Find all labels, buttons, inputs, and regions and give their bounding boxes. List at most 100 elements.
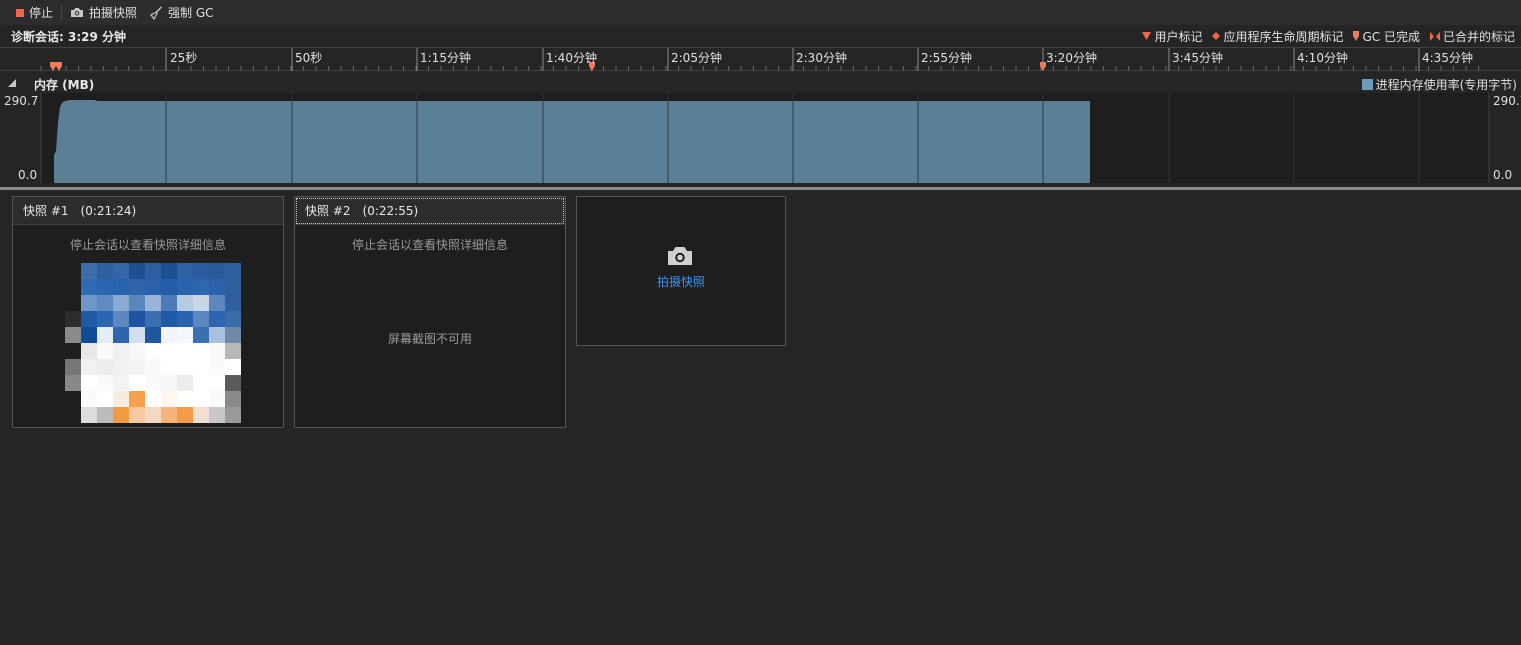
y-min-label-right: 0.0 <box>1493 168 1513 182</box>
thumbnail-pixel <box>65 375 81 391</box>
thumbnail-pixel <box>145 407 161 423</box>
ruler-tick-label: 4:10分钟 <box>1297 51 1348 65</box>
gc-marker[interactable] <box>56 62 62 71</box>
thumbnail-pixel <box>81 391 97 407</box>
thumbnail-pixel <box>177 295 193 311</box>
thumbnail-pixel <box>193 391 209 407</box>
thumbnail-pixel <box>225 407 241 423</box>
thumbnail-pixel <box>81 311 97 327</box>
thumbnail-pixel <box>161 327 177 343</box>
thumbnail-pixel <box>193 295 209 311</box>
snapshot-message: 停止会话以查看快照详细信息 <box>351 238 508 252</box>
thumbnail-pixel <box>65 343 81 359</box>
snapshot-message: 停止会话以查看快照详细信息 <box>69 238 226 252</box>
toolbar: 停止 拍摄快照 强制 GC <box>0 0 1521 25</box>
toolbar-separator <box>61 5 63 20</box>
thumbnail-pixel <box>193 311 209 327</box>
thumbnail-pixel <box>225 375 241 391</box>
thumbnail-pixel <box>97 359 113 375</box>
y-max-label: 290.7 <box>4 94 39 108</box>
take-snapshot-card[interactable]: 拍摄快照 <box>576 196 786 346</box>
thumbnail-pixel <box>193 263 209 279</box>
snapshot-header: 快照 #2 (0:22:55) <box>295 197 565 225</box>
thumbnail-pixel <box>209 343 225 359</box>
gc-done-icon <box>1353 31 1360 41</box>
thumbnail-pixel <box>209 327 225 343</box>
thumbnail-pixel <box>225 311 241 327</box>
take-snapshot-link[interactable]: 拍摄快照 <box>577 273 785 290</box>
thumbnail-pixel <box>177 375 193 391</box>
thumbnail-pixel <box>129 263 145 279</box>
thumbnail-pixel <box>113 375 129 391</box>
ruler-tick-label: 3:45分钟 <box>1172 51 1223 65</box>
force-gc-button[interactable]: 强制 GC <box>143 0 220 25</box>
thumbnail-pixel <box>193 407 209 423</box>
thumbnail-pixel <box>97 327 113 343</box>
thumbnail-pixel <box>209 279 225 295</box>
thumbnail-pixel <box>209 311 225 327</box>
thumbnail-pixel <box>97 279 113 295</box>
thumbnail-pixel <box>129 407 145 423</box>
thumbnail-pixel <box>209 407 225 423</box>
thumbnail-pixel <box>145 375 161 391</box>
thumbnail-pixel <box>225 327 241 343</box>
thumbnail-pixel <box>81 407 97 423</box>
snapshot-card-2[interactable]: 快照 #2 (0:22:55) 停止会话以查看快照详细信息 屏幕截图不可用 <box>294 196 566 428</box>
thumbnail-pixel <box>81 263 97 279</box>
session-duration: 诊断会话: 3:29 分钟 <box>11 29 127 44</box>
snapshot-header: 快照 #1 (0:21:24) <box>13 197 283 225</box>
screenshot-unavailable: 屏幕截图不可用 <box>387 332 472 346</box>
thumbnail-pixel <box>161 263 177 279</box>
thumbnail-pixel <box>129 391 145 407</box>
timeline-ruler[interactable]: 25秒 50秒 1:15分钟 1:40分钟 2:05分钟 2:30分钟 2:55… <box>0 47 1521 71</box>
thumbnail-pixel <box>161 391 177 407</box>
take-snapshot-button[interactable]: 拍摄快照 <box>64 0 143 25</box>
thumbnail-pixel <box>193 359 209 375</box>
thumbnail-pixel <box>177 343 193 359</box>
snapshot-card-1[interactable]: 快照 #1 (0:21:24) 停止会话以查看快照详细信息 <box>12 196 284 428</box>
pane-splitter[interactable] <box>0 187 1521 190</box>
ruler-ticks <box>40 48 1479 71</box>
thumbnail-pixel <box>177 391 193 407</box>
thumbnail-pixel <box>81 279 97 295</box>
thumbnail-pixel <box>161 311 177 327</box>
ruler-tick-label: 2:55分钟 <box>921 51 972 65</box>
thumbnail-pixel <box>113 343 129 359</box>
memory-chart[interactable]: 290.7 0.0 290.7 0.0 <box>0 93 1521 183</box>
stop-button[interactable]: 停止 <box>10 0 59 25</box>
merged-mark-icon <box>1429 31 1440 41</box>
camera-icon <box>668 247 692 265</box>
thumbnail-pixel <box>177 311 193 327</box>
ruler-tick-label: 50秒 <box>295 51 323 65</box>
thumbnail-pixel <box>145 359 161 375</box>
thumbnail-pixel <box>113 327 129 343</box>
thumbnail-pixel <box>129 295 145 311</box>
ruler-tick-label: 1:15分钟 <box>420 51 471 65</box>
thumbnail-pixel <box>65 263 81 279</box>
ruler-tick-label: 2:30分钟 <box>796 51 847 65</box>
thumbnail-pixel <box>113 311 129 327</box>
thumbnail-pixel <box>209 375 225 391</box>
y-max-label-right: 290.7 <box>1493 94 1521 108</box>
thumbnail-pixel <box>65 391 81 407</box>
thumbnail-pixel <box>65 295 81 311</box>
ruler-tick-label: 4:35分钟 <box>1422 51 1473 65</box>
thumbnail-pixel <box>161 407 177 423</box>
ruler-tick-label: 2:05分钟 <box>671 51 722 65</box>
thumbnail-pixel <box>145 311 161 327</box>
thumbnail-pixel <box>65 359 81 375</box>
thumbnail-pixel <box>97 391 113 407</box>
broom-icon <box>150 5 163 20</box>
legend-lifecycle-mark: 应用程序生命周期标记 <box>1212 28 1343 45</box>
thumbnail-pixel <box>97 311 113 327</box>
collapse-triangle-icon[interactable] <box>8 79 16 87</box>
thumbnail-pixel <box>113 279 129 295</box>
thumbnail-pixel <box>161 359 177 375</box>
thumbnail-pixel <box>161 375 177 391</box>
thumbnail-pixel <box>145 295 161 311</box>
thumbnail-pixel <box>129 343 145 359</box>
thumbnail-pixel <box>225 279 241 295</box>
gc-marker[interactable] <box>50 62 56 71</box>
thumbnail-pixel <box>193 279 209 295</box>
thumbnail-pixel <box>225 263 241 279</box>
